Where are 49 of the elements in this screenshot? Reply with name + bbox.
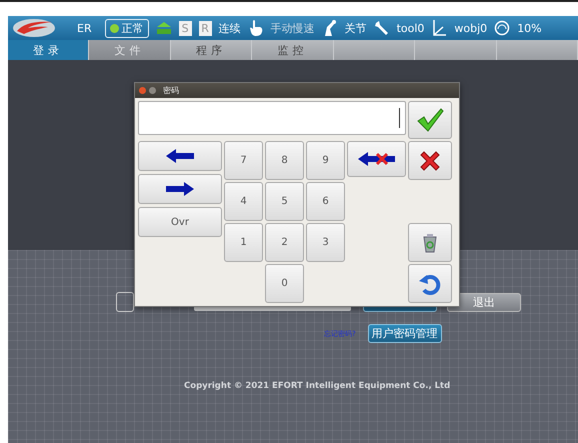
hand-icon[interactable] bbox=[248, 19, 264, 37]
close-icon[interactable] bbox=[139, 87, 146, 94]
ovr-button[interactable]: Ovr bbox=[138, 207, 222, 237]
wobj-label[interactable]: wobj0 bbox=[454, 22, 488, 34]
digit-key[interactable]: 7 bbox=[224, 141, 263, 180]
digit-key[interactable]: 1 bbox=[224, 223, 263, 262]
digit-key[interactable]: 2 bbox=[265, 223, 304, 262]
right-button[interactable] bbox=[138, 174, 222, 204]
s-key[interactable]: S bbox=[178, 20, 192, 36]
digit-key[interactable]: 3 bbox=[306, 223, 345, 262]
logo-icon bbox=[12, 18, 56, 38]
r-key[interactable]: R bbox=[198, 20, 212, 36]
speed-label[interactable]: 10% bbox=[517, 22, 542, 34]
status-indicator[interactable]: 正常 bbox=[104, 18, 149, 38]
digit-key[interactable]: 5 bbox=[265, 182, 304, 221]
confirm-button[interactable] bbox=[408, 101, 452, 139]
right-arrow-icon bbox=[165, 181, 195, 197]
digit-key[interactable]: 0 bbox=[265, 264, 304, 303]
tool-label[interactable]: tool0 bbox=[396, 22, 424, 34]
stack-icon[interactable] bbox=[156, 21, 172, 35]
recycle-bin-icon bbox=[422, 232, 438, 252]
axes-icon[interactable] bbox=[431, 19, 448, 37]
digit-key[interactable]: 9 bbox=[306, 141, 345, 180]
dialog-title: 密码 bbox=[163, 85, 179, 96]
user-password-button[interactable]: 用户密码管理 bbox=[368, 324, 442, 343]
tab[interactable]: 程序 bbox=[170, 40, 252, 60]
digit-key[interactable]: 8 bbox=[265, 141, 304, 180]
motion-label[interactable]: 关节 bbox=[344, 20, 367, 36]
speed-mode-label[interactable]: 手动慢速 bbox=[270, 20, 315, 36]
clear-button[interactable] bbox=[408, 223, 452, 262]
tab[interactable]: 登录 bbox=[8, 40, 90, 60]
cross-icon bbox=[418, 148, 442, 172]
copyright-text: Copyright © 2021 EFORT Intelligent Equipment Co., Ltd bbox=[184, 381, 452, 391]
cancel-button[interactable] bbox=[408, 141, 452, 180]
password-input[interactable] bbox=[138, 101, 406, 135]
digit-key[interactable]: 4 bbox=[224, 182, 263, 221]
minimize-icon[interactable] bbox=[149, 87, 156, 94]
gauge-icon[interactable] bbox=[494, 20, 510, 36]
check-icon bbox=[416, 107, 444, 133]
robot-label: ER bbox=[77, 22, 92, 34]
tab[interactable]: 监控 bbox=[252, 40, 334, 60]
run-mode-label[interactable]: 连续 bbox=[218, 20, 241, 36]
left-button[interactable] bbox=[138, 141, 222, 171]
backspace-button[interactable] bbox=[347, 141, 406, 177]
undo-button[interactable] bbox=[408, 264, 452, 303]
digit-key[interactable]: 6 bbox=[306, 182, 345, 221]
wrench-icon[interactable] bbox=[374, 20, 390, 36]
backspace-icon bbox=[356, 151, 396, 167]
left-arrow-icon bbox=[165, 148, 195, 164]
